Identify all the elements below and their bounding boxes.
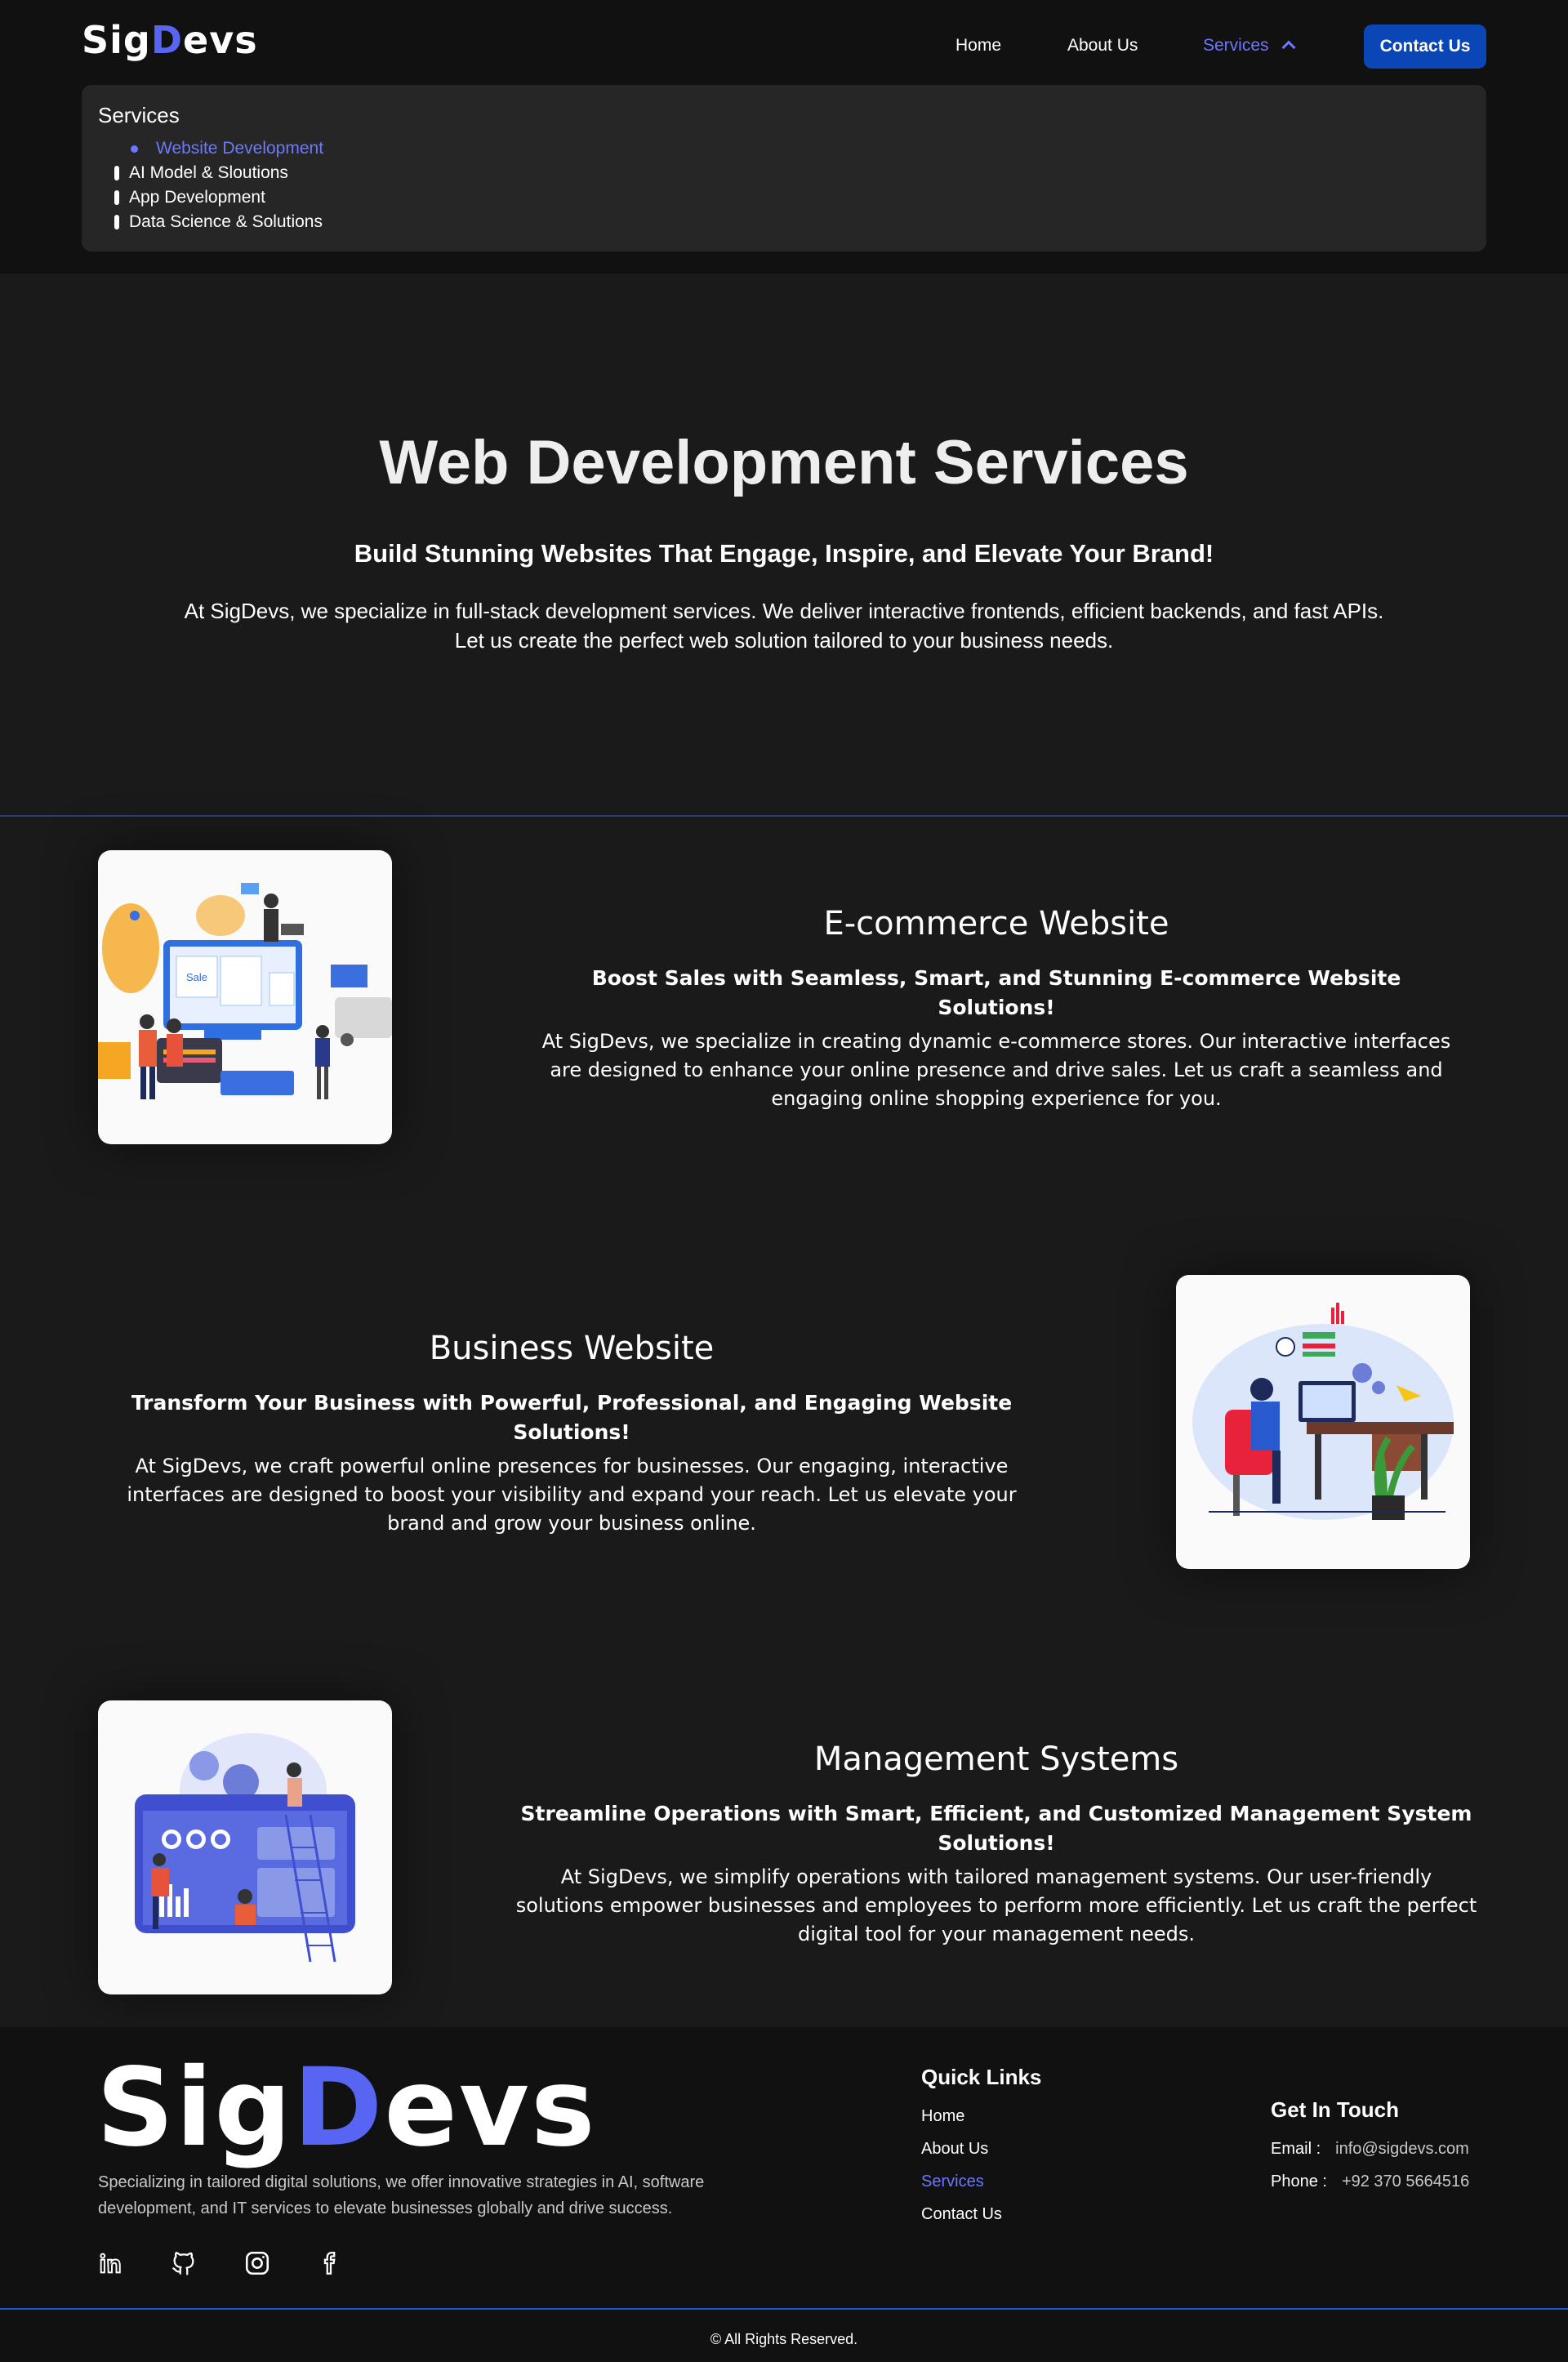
linkedin-icon[interactable] bbox=[96, 2249, 124, 2277]
footer-link-about[interactable]: About Us bbox=[921, 2140, 988, 2159]
ecommerce-title: E-commerce Website bbox=[823, 905, 1169, 943]
nav-services[interactable]: Services bbox=[1203, 36, 1296, 56]
dropdown-item-ai-model[interactable]: AI Model & Sloutions bbox=[114, 163, 288, 183]
nav-home[interactable]: Home bbox=[956, 36, 1001, 56]
quick-links-title: Quick Links bbox=[921, 2065, 1042, 2089]
dropdown-item-app-development[interactable]: App Development bbox=[114, 188, 265, 207]
dropdown-item-label: AI Model & Sloutions bbox=[129, 163, 288, 182]
footer-logo-suffix: evs bbox=[384, 2045, 597, 2171]
footer-divider bbox=[0, 2308, 1568, 2310]
footer-about: Specializing in tailored digital solutio… bbox=[98, 2173, 705, 2217]
ecommerce-subtitle: Boost Sales with Seamless, Smart, and St… bbox=[591, 966, 1401, 1019]
instagram-icon[interactable] bbox=[243, 2249, 271, 2277]
phone-label: Phone : bbox=[1271, 2173, 1327, 2190]
footer-link-contact[interactable]: Contact Us bbox=[921, 2205, 1002, 2224]
footer-link-services[interactable]: Services bbox=[921, 2173, 984, 2191]
footer-logo-prefix: Sig bbox=[96, 2045, 293, 2171]
footer-logo-accent: D bbox=[292, 2045, 385, 2171]
ecommerce-description: At SigDevs, we specialize in creating dy… bbox=[541, 1030, 1451, 1110]
dropdown-item-label: App Development bbox=[129, 188, 265, 207]
hero-description: At SigDevs, we specialize in full-stack … bbox=[184, 599, 1384, 653]
contact-button[interactable]: Contact Us bbox=[1364, 25, 1486, 69]
business-text: Business Website Transform Your Business… bbox=[98, 1330, 1045, 1538]
management-title: Management Systems bbox=[813, 1740, 1179, 1778]
chevron-up-icon bbox=[1281, 40, 1296, 55]
dropdown-title: Services bbox=[98, 103, 180, 127]
footer-logo[interactable]: SigDevs bbox=[96, 2045, 597, 2171]
business-illustration-svg bbox=[1192, 1303, 1454, 1520]
nav-links: Home About Us Services bbox=[0, 25, 1568, 70]
footer: SigDevs Specializing in tailored digital… bbox=[0, 2027, 1568, 2362]
email-label: Email : bbox=[1271, 2140, 1321, 2158]
github-icon[interactable] bbox=[170, 2249, 198, 2277]
navbar: SigDevs Home About Us Services Contact U… bbox=[0, 0, 1568, 274]
hero-subtitle: Build Stunning Websites That Engage, Ins… bbox=[354, 539, 1214, 568]
phone-row: Phone : +92 370 5664516 bbox=[1271, 2173, 1469, 2191]
management-illustration-svg bbox=[135, 1733, 355, 1963]
business-illustration bbox=[1176, 1275, 1470, 1569]
management-text: Management Systems Streamline Operations… bbox=[514, 1740, 1478, 1949]
management-description: At SigDevs, we simplify operations with … bbox=[515, 1865, 1477, 1945]
get-in-touch-title: Get In Touch bbox=[1271, 2097, 1399, 2122]
bullet-icon bbox=[114, 190, 119, 205]
hero-title: Web Development Services bbox=[379, 428, 1189, 497]
dropdown-item-label: Data Science & Solutions bbox=[129, 212, 323, 231]
nav-about[interactable]: About Us bbox=[1067, 36, 1138, 56]
dropdown-item-label: Website Development bbox=[156, 139, 324, 158]
dropdown-item-website-development[interactable]: Website Development bbox=[131, 139, 323, 158]
hero-section: Web Development Services Build Stunning … bbox=[0, 274, 1568, 817]
copyright: © All Rights Reserved. bbox=[710, 2331, 858, 2347]
footer-link-home[interactable]: Home bbox=[921, 2107, 964, 2126]
management-illustration bbox=[98, 1700, 392, 1994]
email-value[interactable]: info@sigdevs.com bbox=[1335, 2140, 1469, 2158]
ecommerce-text: E-commerce Website Boost Sales with Seam… bbox=[531, 905, 1462, 1113]
ecommerce-illustration-svg: Sale bbox=[98, 883, 392, 1099]
sale-label: Sale bbox=[186, 971, 207, 983]
business-description: At SigDevs, we craft powerful online pre… bbox=[127, 1455, 1017, 1535]
facebook-icon[interactable] bbox=[317, 2249, 345, 2277]
bullet-icon bbox=[114, 215, 119, 230]
business-subtitle: Transform Your Business with Powerful, P… bbox=[131, 1391, 1013, 1444]
nav-services-label: Services bbox=[1203, 36, 1269, 55]
services-dropdown: Services Website Development AI Model & … bbox=[82, 85, 1486, 252]
business-title: Business Website bbox=[429, 1330, 715, 1367]
phone-value[interactable]: +92 370 5664516 bbox=[1342, 2173, 1469, 2190]
bullet-icon bbox=[114, 166, 119, 180]
email-row: Email : info@sigdevs.com bbox=[1271, 2140, 1469, 2159]
ecommerce-illustration: Sale bbox=[98, 850, 392, 1144]
bullet-icon bbox=[131, 145, 138, 153]
dropdown-item-data-science[interactable]: Data Science & Solutions bbox=[114, 212, 323, 232]
management-subtitle: Streamline Operations with Smart, Effici… bbox=[520, 1802, 1472, 1855]
